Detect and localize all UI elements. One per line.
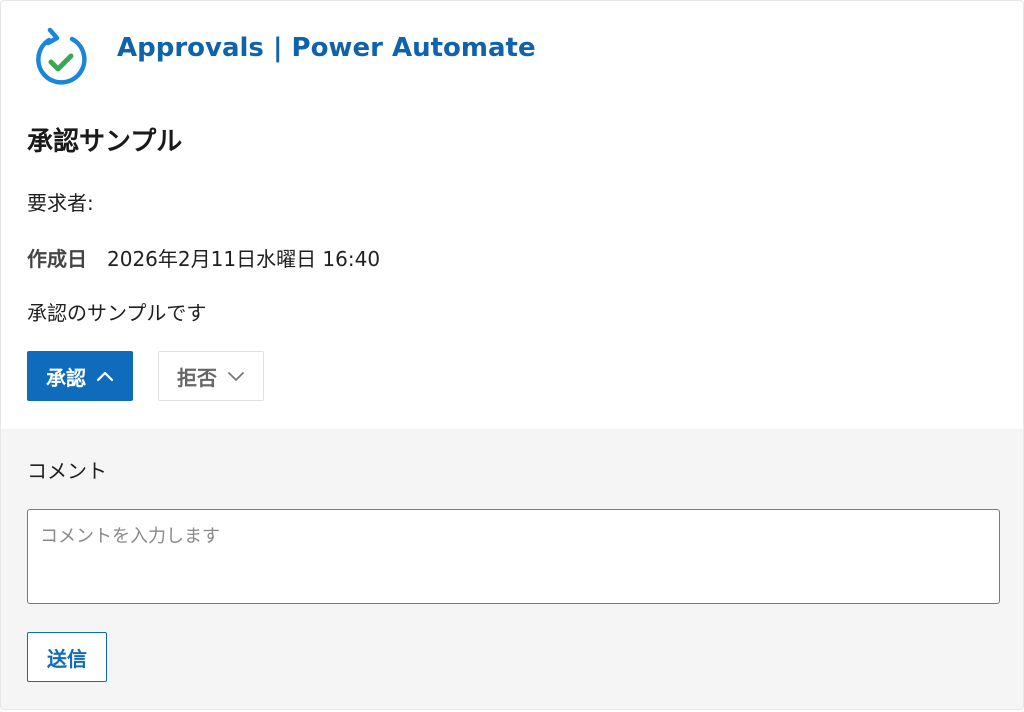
approve-button[interactable]: 承認 [27,351,133,401]
reject-button[interactable]: 拒否 [158,351,264,401]
approvals-check-icon [36,27,87,85]
chevron-up-icon [96,371,114,382]
reject-button-label: 拒否 [177,365,217,390]
comment-panel: コメント 送信 [1,429,1023,709]
chevron-down-icon [228,372,244,381]
created-row: 作成日 2026年2月11日水曜日 16:40 [27,243,380,272]
approval-card: Approvals | Power Automate 承認サンプル 要求者: 作… [0,0,1024,710]
card-header: Approvals | Power Automate [27,27,536,95]
app-title: Approvals | Power Automate [117,33,536,63]
approve-button-label: 承認 [46,365,86,390]
requester-label: 要求者: [27,191,94,215]
created-label: 作成日 [27,247,87,271]
approval-description: 承認のサンプルです [27,301,207,325]
send-button[interactable]: 送信 [27,632,107,682]
approval-title: 承認サンプル [27,127,183,157]
comment-input[interactable] [27,509,1000,604]
comment-label: コメント [27,459,107,483]
created-value: 2026年2月11日水曜日 16:40 [107,247,381,271]
